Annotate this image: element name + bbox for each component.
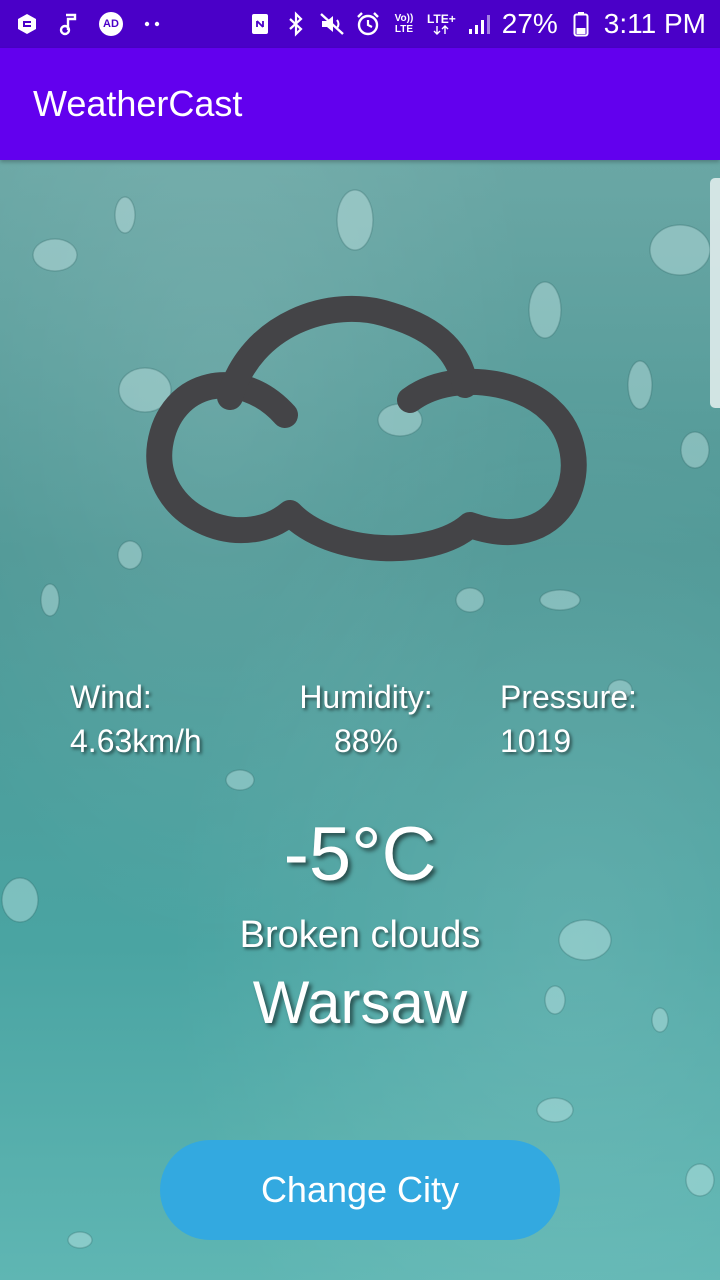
music-note-icon — [56, 11, 82, 37]
wind-value: 4.63km/h — [70, 723, 202, 759]
app-bar: WeatherCast — [0, 48, 720, 160]
volte-icon: Vo)) LTE — [394, 13, 414, 35]
alarm-icon — [355, 11, 381, 37]
bluetooth-icon — [283, 11, 309, 37]
mute-icon — [319, 11, 345, 37]
nfc-icon — [247, 11, 273, 37]
ad-badge-text: AD — [103, 17, 119, 30]
weather-condition: Broken clouds — [239, 914, 481, 956]
more-dots-icon — [140, 11, 166, 37]
change-city-button[interactable]: Change City — [160, 1140, 560, 1240]
weather-content[interactable]: Wind: 4.63km/h Humidity: 88% Pressure: 1… — [0, 160, 720, 1280]
wind-stat: Wind: 4.63km/h — [70, 675, 202, 763]
clock: 3:11 PM — [603, 8, 706, 39]
city-name: Warsaw — [252, 969, 468, 1036]
humidity-stat: Humidity: 88% — [286, 675, 446, 763]
cloud-icon — [146, 295, 587, 562]
status-left-icons: AD — [14, 11, 166, 37]
pressure-label: Pressure: — [500, 679, 637, 715]
humidity-label: Humidity: — [299, 679, 433, 715]
pressure-value: 1019 — [500, 723, 572, 759]
battery-icon — [568, 11, 594, 37]
lte-icon: LTE+ — [427, 13, 456, 35]
signal-icon — [466, 11, 492, 37]
wind-label: Wind: — [70, 679, 152, 715]
humidity-value: 88% — [333, 723, 399, 759]
scrollbar-thumb[interactable] — [710, 178, 720, 408]
battery-percent: 27% — [501, 8, 558, 39]
app-icon — [14, 11, 40, 37]
pressure-stat: Pressure: 1019 — [500, 675, 637, 763]
app-title: WeatherCast — [33, 83, 243, 124]
status-right-icons: Vo)) LTE LTE+ 27% 3:11 PM — [247, 8, 706, 40]
temperature: -5°C — [283, 812, 437, 897]
status-bar: AD Vo)) LTE LTE+ 27% 3:11 PM — [0, 0, 720, 48]
ad-blocker-icon: AD — [98, 11, 124, 37]
